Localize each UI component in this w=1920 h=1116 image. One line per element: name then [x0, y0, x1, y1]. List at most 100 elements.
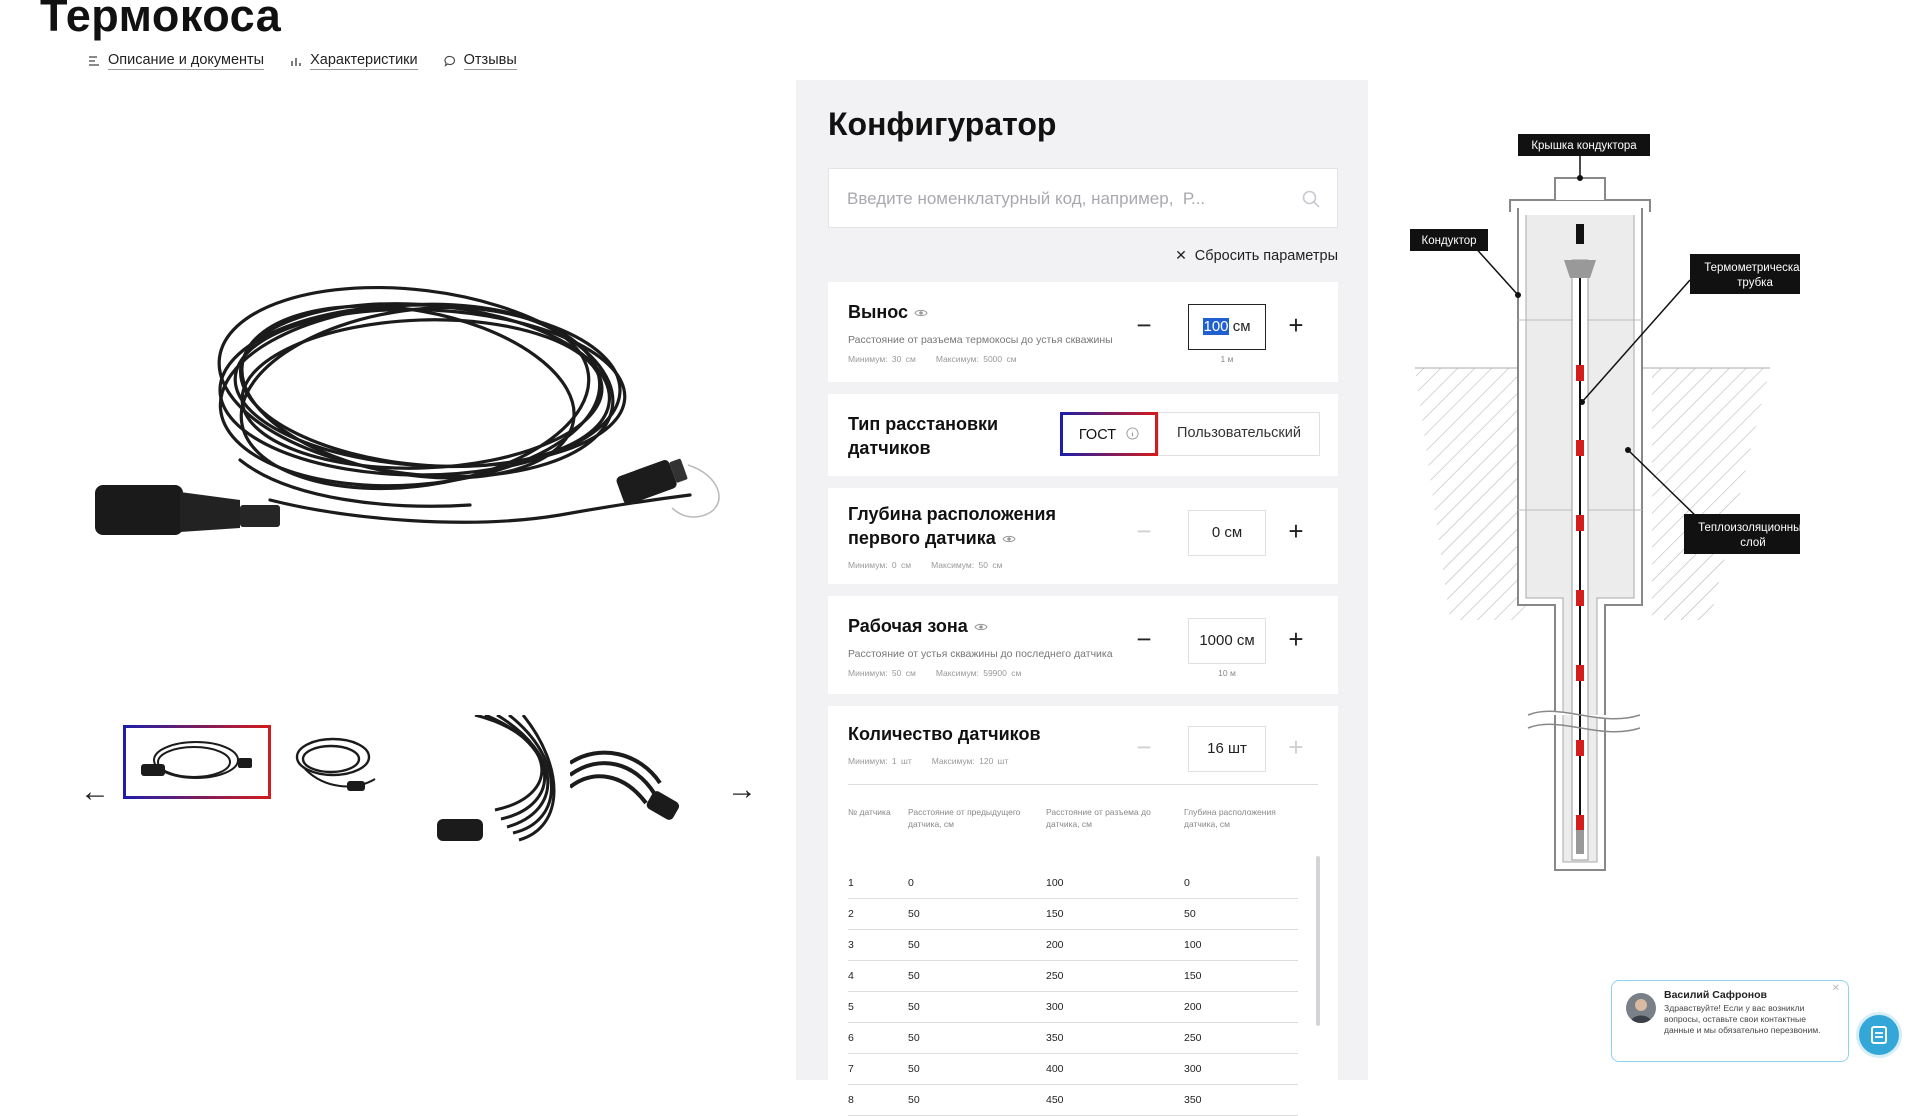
- table-cell: 3: [848, 929, 908, 961]
- table-cell: 200: [1184, 991, 1298, 1023]
- param-vynos-desc: Расстояние от разъема термокосы до устья…: [848, 334, 1113, 346]
- arrow-left-icon[interactable]: ←: [80, 777, 110, 807]
- work-zone-value-input[interactable]: 1000 см: [1188, 618, 1266, 664]
- label-insulation-line1: Теплоизоляционный: [1698, 522, 1800, 534]
- search-box: [828, 168, 1338, 229]
- close-icon[interactable]: ✕: [1832, 983, 1840, 994]
- arrow-right-icon[interactable]: →: [727, 775, 757, 805]
- thumbnail-4[interactable]: [570, 723, 680, 843]
- tab-reviews[interactable]: Отзывы: [444, 52, 517, 70]
- work-zone-plus-button[interactable]: +: [1282, 626, 1310, 652]
- sensor-count-minus-button[interactable]: −: [1130, 734, 1158, 760]
- placement-custom-button[interactable]: Пользовательский: [1158, 412, 1320, 456]
- table-row: 8 50 450 350: [848, 1084, 1298, 1116]
- thumbnail-1-image: [141, 741, 252, 779]
- vynos-plus-button[interactable]: +: [1282, 312, 1310, 338]
- table-header: № датчика: [848, 807, 891, 817]
- eye-icon[interactable]: [1002, 534, 1016, 544]
- first-depth-minus-button[interactable]: −: [1130, 518, 1158, 544]
- table-cell: 1: [848, 868, 908, 899]
- chat-popup[interactable]: Василий Сафронов Здравствуйте! Если у ва…: [1611, 980, 1849, 1062]
- table-row: 3 50 200 100: [848, 929, 1298, 961]
- thumbnail-1[interactable]: [123, 725, 271, 799]
- table-header: Глубина расположения датчика, см: [1184, 807, 1276, 829]
- table-cell: 5: [848, 991, 908, 1023]
- param-vynos-name: Вынос: [848, 300, 928, 324]
- table-cell: 300: [1046, 991, 1184, 1023]
- sensor-count-value-input[interactable]: 16 шт: [1188, 726, 1266, 772]
- eye-icon[interactable]: [914, 308, 928, 318]
- divider: [848, 784, 1318, 785]
- search-input[interactable]: [829, 169, 1279, 229]
- vynos-meters: 1 м: [1220, 354, 1234, 364]
- list-icon: [89, 56, 99, 66]
- thumbnail-2-image: [295, 737, 376, 791]
- vynos-minus-button[interactable]: −: [1130, 312, 1158, 338]
- table-cell: 50: [908, 991, 1046, 1023]
- param-work-zone: Рабочая зона Расстояние от устья скважин…: [828, 596, 1338, 694]
- param-work-zone-limits: Минимум: 50 см Максимум: 59900 см: [848, 668, 1022, 678]
- table-header-row: № датчика Расстояние от предыдущего датч…: [848, 806, 1298, 868]
- param-vynos-limits: Минимум: 30 см Максимум: 5000 см: [848, 354, 1017, 364]
- reset-params-label: Сбросить параметры: [1194, 248, 1338, 264]
- tab-characteristics-label: Характеристики: [310, 52, 418, 70]
- sensor-count-plus-button[interactable]: +: [1282, 734, 1310, 760]
- table-cell: 8: [848, 1084, 908, 1116]
- thumbnail-4-image: [570, 750, 680, 820]
- param-work-zone-desc: Расстояние от устья скважины до последне…: [848, 648, 1113, 660]
- placement-gost-button[interactable]: ГОСТ: [1060, 412, 1158, 456]
- chat-agent-name: Василий Сафронов: [1664, 989, 1767, 1001]
- table-cell: 150: [1046, 898, 1184, 930]
- table-cell: 50: [908, 1022, 1046, 1054]
- table-cell: 200: [1046, 929, 1184, 961]
- work-zone-minus-button[interactable]: −: [1130, 626, 1158, 652]
- table-cell: 50: [908, 898, 1046, 930]
- table-row: 5 50 300 200: [848, 991, 1298, 1023]
- info-icon[interactable]: [1126, 427, 1139, 440]
- table-cell: 2: [848, 898, 908, 930]
- thumbnail-2[interactable]: [285, 729, 385, 799]
- tab-description-label: Описание и документы: [108, 52, 265, 70]
- eye-icon[interactable]: [974, 622, 988, 632]
- chat-button[interactable]: [1856, 1012, 1902, 1058]
- table-cell: 250: [1184, 1022, 1298, 1054]
- reset-params-button[interactable]: ✕ Сбросить параметры: [1175, 247, 1338, 264]
- borehole-diagram: Крышка кондуктора Кондуктор Термометриче…: [1410, 134, 1800, 871]
- product-image: [95, 285, 720, 535]
- table-cell: 50: [908, 1084, 1046, 1116]
- chat-icon: [1871, 1026, 1887, 1044]
- ground-right: [1652, 368, 1770, 620]
- work-zone-meters: 10 м: [1218, 668, 1236, 678]
- tab-description[interactable]: Описание и документы: [88, 52, 265, 70]
- param-first-depth-limits: Минимум: 0 см Максимум: 50 см: [848, 560, 1003, 570]
- configurator-panel: Конфигуратор ✕ Сбросить параметры Вынос Р…: [796, 80, 1368, 1116]
- sensor-table-body: 1 0 100 0 2 50 150 50 3 50 200 100 4 50 250 150 5 50 300 20…: [848, 868, 1298, 1116]
- label-tube-line1: Термометрическая: [1704, 262, 1800, 274]
- thumbnail-3-image: [437, 715, 556, 842]
- vynos-value-input[interactable]: 100 см: [1188, 304, 1266, 350]
- table-cell: 50: [1184, 898, 1298, 930]
- tab-characteristics[interactable]: Характеристики: [290, 52, 418, 70]
- table-cell: 100: [1184, 929, 1298, 961]
- label-conductor: Кондуктор: [1422, 235, 1477, 247]
- param-vynos: Вынос Расстояние от разъема термокосы до…: [828, 282, 1338, 382]
- table-cell: 50: [908, 929, 1046, 961]
- first-depth-plus-button[interactable]: +: [1282, 518, 1310, 544]
- comment-icon: [444, 55, 455, 67]
- param-sensor-count-limits: Минимум: 1 шт Максимум: 120 шт: [848, 756, 1009, 766]
- table-header: Расстояние от разъема до датчика, см: [1046, 807, 1151, 829]
- table-cell: 50: [908, 960, 1046, 992]
- tab-reviews-label: Отзывы: [463, 52, 517, 70]
- table-scrollbar[interactable]: [1316, 856, 1320, 1026]
- thumbnail-3[interactable]: [435, 715, 565, 855]
- search-icon[interactable]: [1301, 189, 1321, 209]
- page-tabs: Описание и документы Характеристики Отзы…: [88, 52, 517, 70]
- chat-message: Здравствуйте! Если у вас возникли вопрос…: [1664, 1003, 1821, 1035]
- table-cell: 0: [908, 868, 1046, 899]
- first-depth-value-input[interactable]: 0 см: [1188, 510, 1266, 556]
- param-first-depth: Глубина расположения первого датчика Мини…: [828, 488, 1338, 584]
- table-row: 1 0 100 0: [848, 868, 1298, 899]
- table-row: 4 50 250 150: [848, 960, 1298, 992]
- param-placement-name: Тип расстановки датчиков: [848, 414, 999, 458]
- table-cell: 6: [848, 1022, 908, 1054]
